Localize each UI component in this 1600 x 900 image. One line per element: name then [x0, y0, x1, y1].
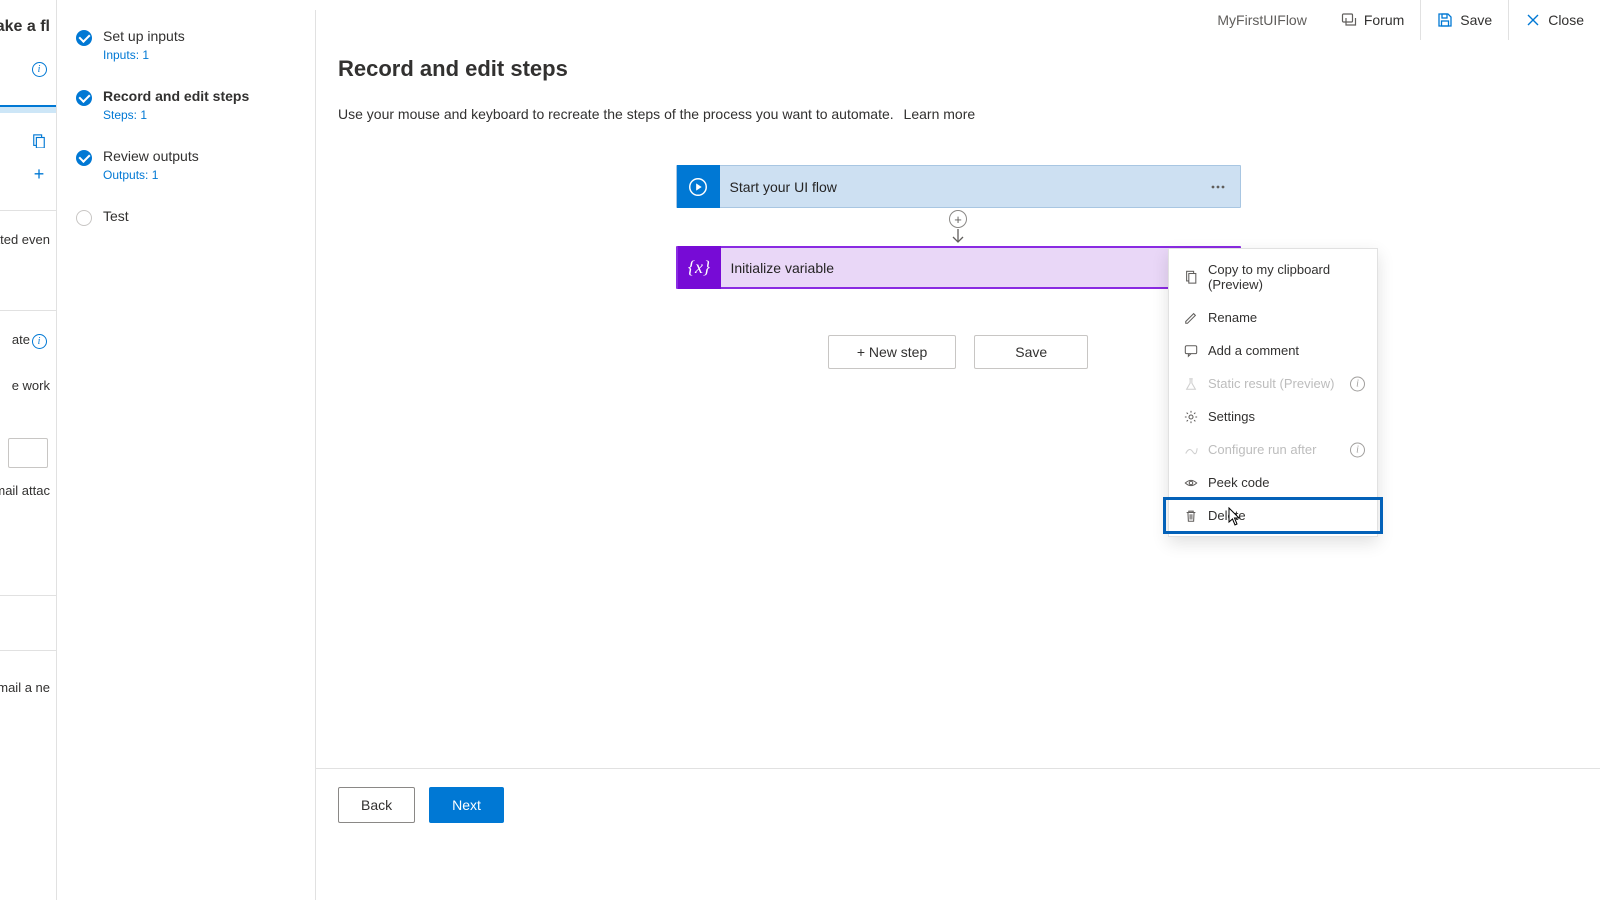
sliver-frag-3: e work — [12, 378, 50, 393]
step-check-icon — [76, 90, 92, 106]
wizard-step-label: Review outputs — [103, 148, 199, 164]
page-subtitle: Use your mouse and keyboard to recreate … — [338, 106, 1600, 122]
flow-card-title: Start your UI flow — [720, 179, 1202, 195]
ctx-label: Add a comment — [1208, 343, 1299, 358]
eye-icon — [1183, 475, 1198, 490]
close-label: Close — [1548, 12, 1584, 28]
ctx-label: Settings — [1208, 409, 1255, 424]
wizard-step-record[interactable]: Record and edit steps Steps: 1 — [58, 80, 315, 140]
forum-label: Forum — [1364, 12, 1404, 28]
wizard-step-test[interactable]: Test — [58, 200, 315, 244]
ctx-copy-clipboard[interactable]: Copy to my clipboard (Preview) — [1169, 253, 1377, 301]
back-button[interactable]: Back — [338, 787, 415, 823]
run-after-icon — [1183, 442, 1198, 457]
wizard-panel: Set up inputs Inputs: 1 Record and edit … — [58, 10, 316, 900]
flow-card-initialize-variable[interactable]: {x} Initialize variable — [676, 246, 1241, 289]
wizard-step-sub: Outputs: 1 — [103, 168, 199, 182]
ctx-static-result: Static result (Preview) i — [1169, 367, 1377, 400]
footer-bar: Back Next — [316, 768, 1600, 840]
save-icon — [1437, 12, 1453, 28]
wizard-step-label: Test — [103, 208, 129, 224]
sliver-plus-icon[interactable]: + — [30, 165, 48, 183]
ctx-label: Configure run after — [1208, 442, 1316, 457]
card-more-button[interactable] — [1202, 171, 1234, 203]
wizard-step-sub: Inputs: 1 — [103, 48, 185, 62]
header-bar: MyFirstUIFlow Forum Save Close — [1199, 0, 1600, 40]
ctx-label: Delete — [1208, 508, 1246, 523]
wizard-step-label: Record and edit steps — [103, 88, 249, 104]
forum-button[interactable]: Forum — [1325, 0, 1420, 40]
flask-icon — [1183, 376, 1198, 391]
ctx-label: Copy to my clipboard (Preview) — [1208, 262, 1363, 292]
underlying-panel-sliver: ake a fl i + nated even ate i e work mai… — [0, 0, 57, 900]
ctx-add-comment[interactable]: Add a comment — [1169, 334, 1377, 367]
sliver-frag-4: mail attac — [0, 483, 50, 498]
close-icon — [1525, 12, 1541, 28]
wizard-step-inputs[interactable]: Set up inputs Inputs: 1 — [58, 20, 315, 80]
arrow-down-icon — [950, 228, 966, 244]
save-label: Save — [1460, 12, 1492, 28]
play-icon — [677, 165, 720, 208]
step-check-icon — [76, 150, 92, 166]
save-step-button[interactable]: Save — [974, 335, 1088, 369]
step-empty-icon — [76, 210, 92, 226]
flow-card-start[interactable]: Start your UI flow — [676, 165, 1241, 208]
sliver-active-bar — [0, 105, 56, 113]
sliver-frag-2: ate — [12, 332, 30, 347]
add-between-button[interactable]: + — [949, 210, 967, 228]
ctx-peek-code[interactable]: Peek code — [1169, 466, 1377, 499]
wizard-step-outputs[interactable]: Review outputs Outputs: 1 — [58, 140, 315, 200]
context-menu: Copy to my clipboard (Preview) Rename Ad… — [1168, 248, 1378, 537]
ctx-label: Rename — [1208, 310, 1257, 325]
learn-more-link[interactable]: Learn more — [904, 106, 976, 122]
sliver-frag-1: nated even — [0, 232, 50, 247]
variable-icon: {x} — [678, 246, 721, 289]
save-button[interactable]: Save — [1420, 0, 1508, 40]
sliver-info-icon-2: i — [30, 332, 48, 350]
trash-icon — [1183, 508, 1198, 523]
step-check-icon — [76, 30, 92, 46]
sliver-outline-box — [8, 438, 48, 468]
pencil-icon — [1183, 310, 1198, 325]
chat-icon — [1341, 12, 1357, 28]
page-title: Record and edit steps — [338, 56, 1600, 82]
wizard-step-label: Set up inputs — [103, 28, 185, 44]
info-icon[interactable]: i — [1350, 442, 1365, 457]
sliver-icon-1: i — [30, 60, 48, 78]
ctx-rename[interactable]: Rename — [1169, 301, 1377, 334]
new-step-button[interactable]: + New step — [828, 335, 956, 369]
flow-card-title: Initialize variable — [721, 260, 1201, 276]
ctx-settings[interactable]: Settings — [1169, 400, 1377, 433]
sliver-frag-5: email a ne — [0, 680, 50, 695]
sliver-title-fragment: ake a fl — [0, 18, 50, 36]
ctx-configure-run-after: Configure run after i — [1169, 433, 1377, 466]
ctx-label: Peek code — [1208, 475, 1269, 490]
wizard-step-sub: Steps: 1 — [103, 108, 249, 122]
info-icon[interactable]: i — [1350, 376, 1365, 391]
ctx-delete[interactable]: Delete — [1165, 499, 1381, 532]
connector: + — [949, 208, 967, 246]
main-content: Record and edit steps Use your mouse and… — [316, 0, 1600, 900]
comment-icon — [1183, 343, 1198, 358]
sliver-icon-doc — [30, 132, 48, 150]
next-button[interactable]: Next — [429, 787, 504, 823]
gear-icon — [1183, 409, 1198, 424]
close-button[interactable]: Close — [1508, 0, 1600, 40]
copy-icon — [1183, 270, 1198, 285]
flow-name: MyFirstUIFlow — [1199, 12, 1324, 28]
ctx-label: Static result (Preview) — [1208, 376, 1334, 391]
